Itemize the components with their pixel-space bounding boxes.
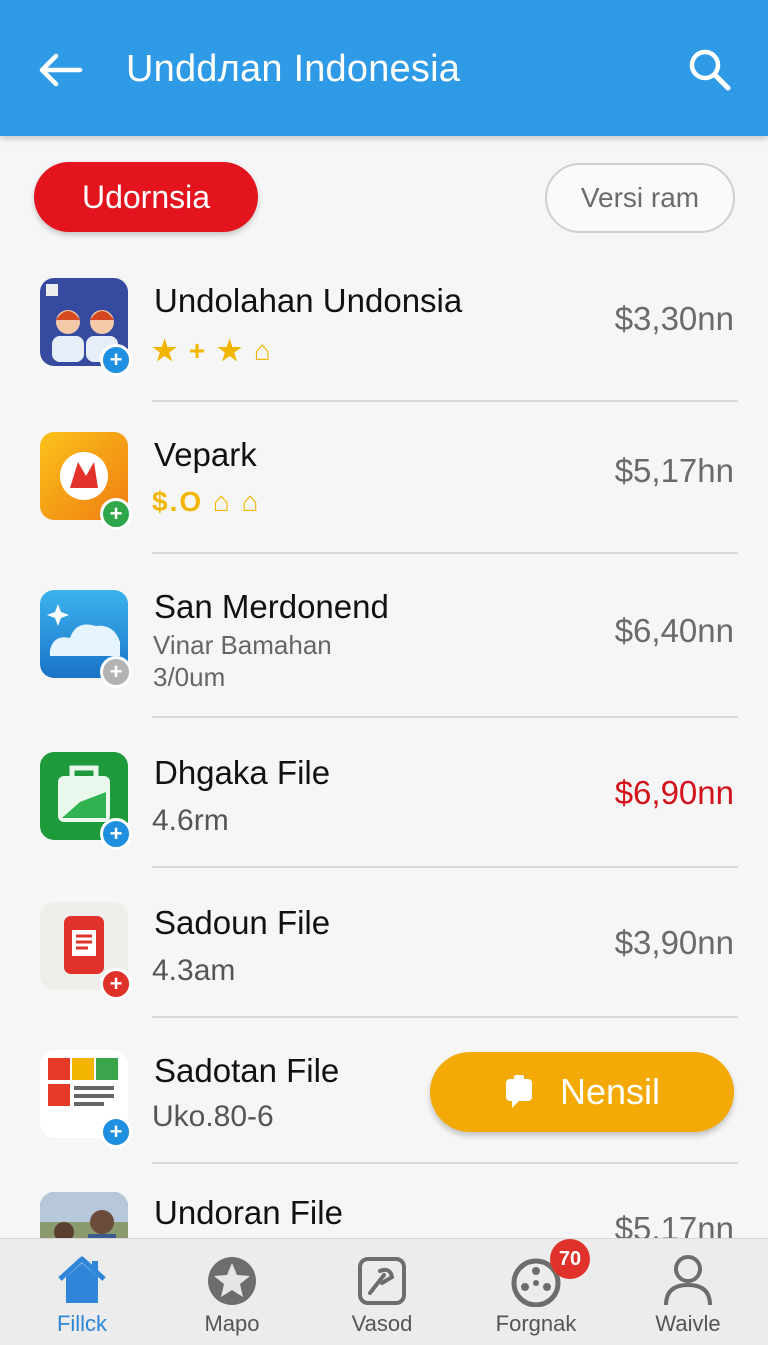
nav-home[interactable]: Fillck — [12, 1239, 152, 1345]
item-name: Undoran File — [154, 1194, 343, 1231]
app-icon: + — [40, 278, 132, 376]
add-badge-icon[interactable]: + — [100, 656, 132, 688]
nav-label: Vasod — [351, 1311, 413, 1336]
item-price: $3,30nn — [614, 300, 734, 337]
item-name: Dhgaka File — [154, 754, 331, 791]
nav-label: Waivle — [655, 1311, 721, 1336]
add-badge-icon[interactable]: + — [100, 818, 132, 850]
app-icon: + — [40, 1050, 132, 1148]
nav-label: Forgnak — [495, 1311, 577, 1336]
nav-forgnak[interactable]: 70 Forgnak — [466, 1239, 606, 1345]
list-item[interactable]: + Undolahan Undonsia ★ + ★ ⌂ $3,30nn — [0, 250, 768, 402]
app-bar: Unddлan Indonesia — [0, 0, 768, 136]
item-price: $6,90nn — [614, 774, 734, 811]
app-icon — [40, 1192, 128, 1238]
item-size: 4.6rm — [152, 804, 229, 837]
add-badge-icon[interactable]: + — [100, 968, 132, 1000]
app-icon: + — [40, 432, 132, 530]
list-item[interactable]: + Sadoun File 4.3am $3,90nn — [0, 868, 768, 1018]
back-arrow-icon[interactable] — [36, 50, 84, 90]
app-icon: + — [40, 590, 132, 688]
home-icon — [58, 1256, 106, 1303]
item-size: 4.3am — [152, 954, 236, 987]
chat-bubble-icon — [505, 1075, 532, 1108]
list-item[interactable]: Undoran File $5,17nn — [0, 1164, 768, 1238]
rating-icons: $.O ⌂ ⌂ — [152, 486, 261, 517]
install-button[interactable]: Nensil — [430, 1052, 734, 1132]
install-label: Nensil — [559, 1071, 661, 1112]
app-icon: + — [40, 902, 132, 1000]
search-icon[interactable] — [686, 46, 734, 94]
star-badge-icon — [208, 1257, 256, 1305]
app-list: + Undolahan Undonsia ★ + ★ ⌂ $3,30nn + V… — [0, 250, 768, 1238]
nav-label: Mapo — [204, 1311, 260, 1336]
filter-chip-secondary[interactable]: Versi ram — [545, 163, 735, 233]
item-price: $6,40nn — [614, 612, 734, 649]
nav-label: Fillck — [56, 1311, 108, 1336]
item-version: Uko.80-6 — [152, 1100, 274, 1133]
notification-badge: 70 — [550, 1239, 590, 1279]
photo-icon — [40, 1192, 128, 1238]
page-title: Unddлan Indonesia — [126, 48, 461, 90]
nav-profile[interactable]: Waivle — [618, 1239, 758, 1345]
item-size: 3/0um — [153, 662, 226, 692]
app-icon: + — [40, 752, 132, 850]
rating-icons: ★ + ★ ⌂ — [152, 335, 273, 366]
nav-vasod[interactable]: Vasod — [312, 1239, 452, 1345]
add-badge-icon[interactable]: + — [100, 344, 132, 376]
add-badge-icon[interactable]: + — [100, 498, 132, 530]
item-subtitle: Vinar Bamahan — [153, 630, 332, 660]
item-name: Sadoun File — [154, 904, 331, 941]
item-name: Sadotan File — [154, 1052, 340, 1089]
item-price: $3,90nn — [614, 924, 734, 961]
filter-chip-primary[interactable]: Udornsia — [34, 162, 258, 232]
bottom-navigation: Fillck Mapo Vasod 70 Forgnak Waivle — [0, 1238, 768, 1345]
add-badge-icon[interactable]: + — [100, 1116, 132, 1148]
item-name: Undolahan Undonsia — [154, 282, 463, 319]
item-price: $5,17hn — [614, 452, 734, 489]
item-price: $5,17nn — [614, 1210, 734, 1238]
list-item[interactable]: + San Merdonend Vinar Bamahan 3/0um $6,4… — [0, 554, 768, 718]
item-name: San Merdonend — [154, 588, 389, 625]
person-icon — [664, 1255, 712, 1306]
list-item[interactable]: + Dhgaka File 4.6rm $6,90nn — [0, 718, 768, 868]
list-item[interactable]: + Sadotan File Uko.80-6 Nensil — [0, 1018, 768, 1164]
edit-square-icon — [358, 1257, 406, 1305]
list-item[interactable]: + Vepark $.O ⌂ ⌂ $5,17hn — [0, 402, 768, 554]
item-name: Vepark — [154, 436, 257, 473]
nav-map[interactable]: Mapo — [162, 1239, 302, 1345]
